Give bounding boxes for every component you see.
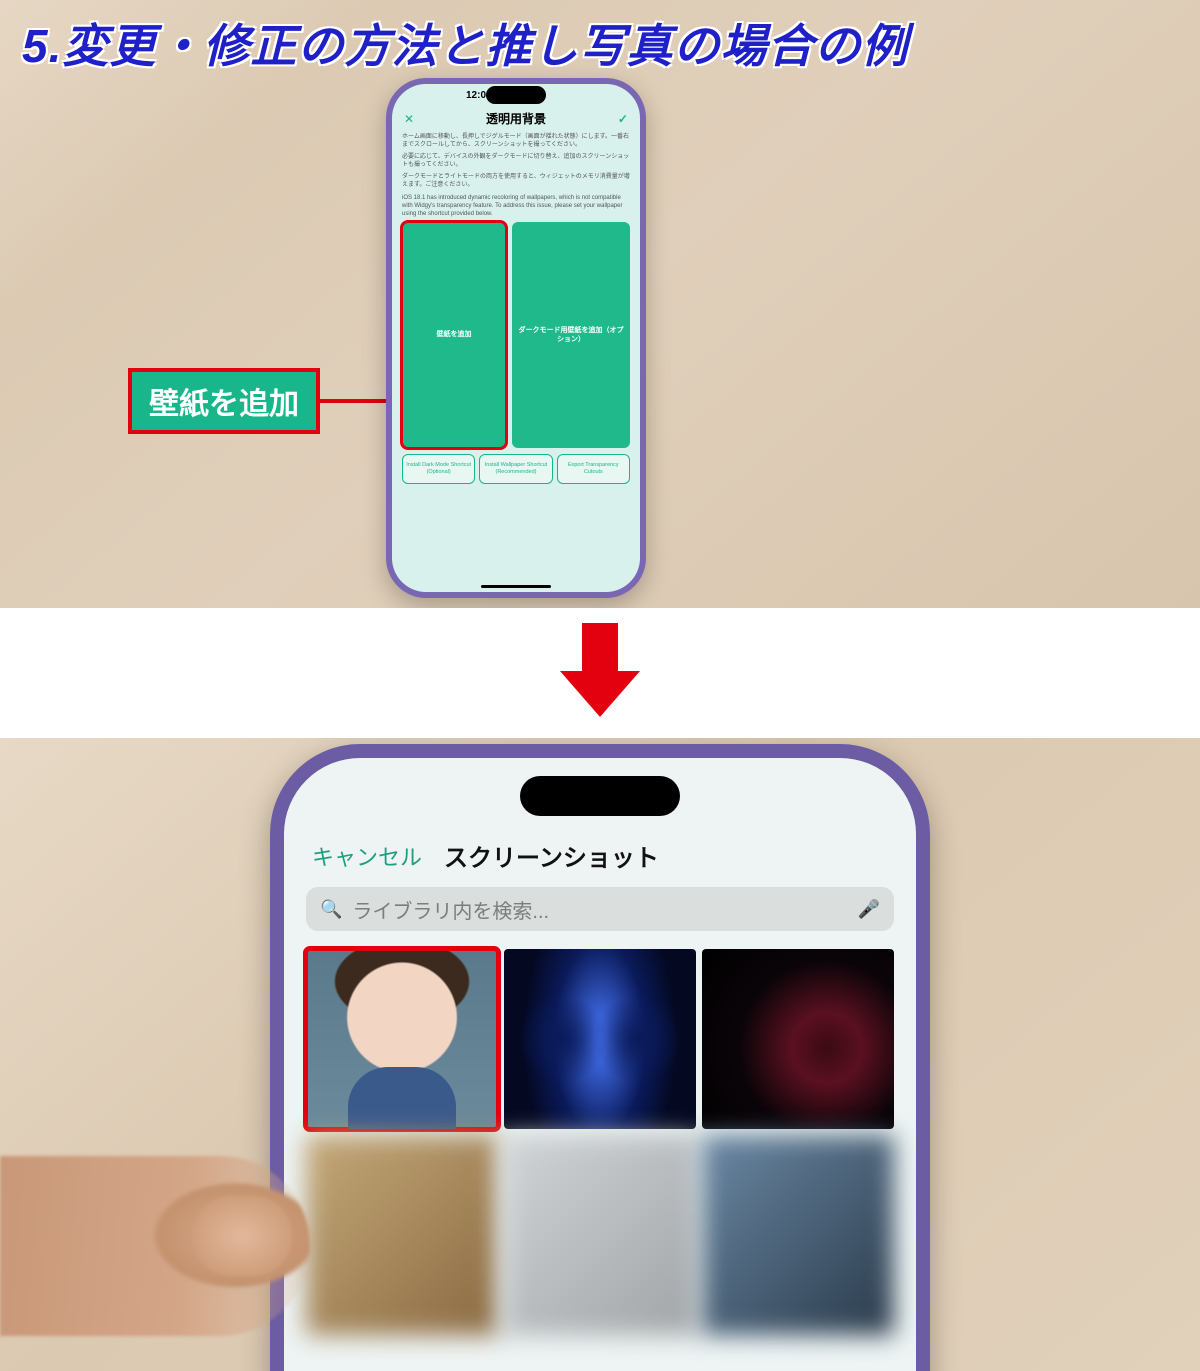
- photo-thumbnail[interactable]: [504, 1135, 696, 1335]
- status-bar: 12:04 ☾: [392, 84, 640, 106]
- arrow-section: [0, 608, 1200, 738]
- photo-thumbnail[interactable]: [702, 1135, 894, 1335]
- home-indicator: [481, 585, 551, 588]
- section-title: 5.変更・修正の方法と推し写真の場合の例: [22, 10, 908, 76]
- search-field[interactable]: 🔍 ライブラリ内を検索... 🎤: [306, 887, 894, 931]
- instruction-text: ホーム画面に移動し、長押しでジグルモード（画面が揺れた状態）にします。一番右まで…: [392, 133, 640, 153]
- install-wallpaper-shortcut-button[interactable]: Install Wallpaper Shortcut (Recommended): [479, 454, 552, 484]
- confirm-button[interactable]: ✓: [618, 112, 628, 126]
- modal-title: 透明用背景: [486, 110, 546, 127]
- photo-grid-blurred: [284, 1129, 916, 1335]
- instruction-text: 必要に応じて、デバイスの外観をダークモードに切り替え、追加のスクリーンショットも…: [392, 153, 640, 173]
- picker-title: スクリーンショット: [444, 838, 659, 873]
- search-icon: 🔍: [320, 899, 342, 920]
- photo-thumbnail[interactable]: [702, 949, 894, 1129]
- finger-overlay: [0, 1156, 310, 1336]
- modal-header: ✕ 透明用背景 ✓: [392, 106, 640, 133]
- photo-thumbnail-selected[interactable]: [306, 949, 498, 1129]
- dynamic-island: [486, 86, 546, 104]
- arrow-down-icon: [560, 623, 640, 723]
- phone-frame-2: キャンセル スクリーンショット 🔍 ライブラリ内を検索... 🎤: [270, 744, 930, 1371]
- photo-grid: [284, 931, 916, 1129]
- install-dark-shortcut-button[interactable]: Install Dark Mode Shortcut (Optional): [402, 454, 475, 484]
- mic-icon[interactable]: 🎤: [858, 899, 880, 920]
- tile-add-wallpaper[interactable]: 壁紙を追加: [402, 222, 506, 448]
- phone-frame-1: 12:04 ☾ ✕ 透明用背景 ✓ ホーム画面に移動し、長押しでジグルモード（画…: [386, 78, 646, 598]
- cancel-button[interactable]: キャンセル: [312, 840, 422, 872]
- instruction-text: ダークモードとライトモードの両方を使用すると、ウィジェットのメモリ消費量が増えま…: [392, 173, 640, 193]
- close-button[interactable]: ✕: [404, 112, 414, 126]
- search-placeholder: ライブラリ内を検索...: [352, 895, 847, 924]
- callout-add-wallpaper: 壁紙を追加: [128, 368, 320, 434]
- phone-screen-1: 12:04 ☾ ✕ 透明用背景 ✓ ホーム画面に移動し、長押しでジグルモード（画…: [392, 84, 640, 592]
- panel-bottom: キャンセル スクリーンショット 🔍 ライブラリ内を検索... 🎤: [0, 738, 1200, 1371]
- export-cutouts-button[interactable]: Export Transparency Cutouts: [557, 454, 630, 484]
- photo-thumbnail[interactable]: [306, 1135, 498, 1335]
- picker-header: キャンセル スクリーンショット: [284, 808, 916, 887]
- tile-add-dark-wallpaper[interactable]: ダークモード用壁紙を追加（オプション）: [512, 222, 630, 448]
- wallpaper-tiles: 壁紙を追加 ダークモード用壁紙を追加（オプション）: [392, 222, 640, 448]
- shortcut-buttons: Install Dark Mode Shortcut (Optional) In…: [392, 448, 640, 490]
- photo-thumbnail[interactable]: [504, 949, 696, 1129]
- panel-top: 5.変更・修正の方法と推し写真の場合の例 壁紙を追加 12:04 ☾ ✕ 透明用…: [0, 0, 1200, 608]
- dynamic-island: [520, 776, 680, 816]
- phone-screen-2: キャンセル スクリーンショット 🔍 ライブラリ内を検索... 🎤: [284, 758, 916, 1371]
- instruction-text: iOS 18.1 has introduced dynamic recolori…: [392, 194, 640, 222]
